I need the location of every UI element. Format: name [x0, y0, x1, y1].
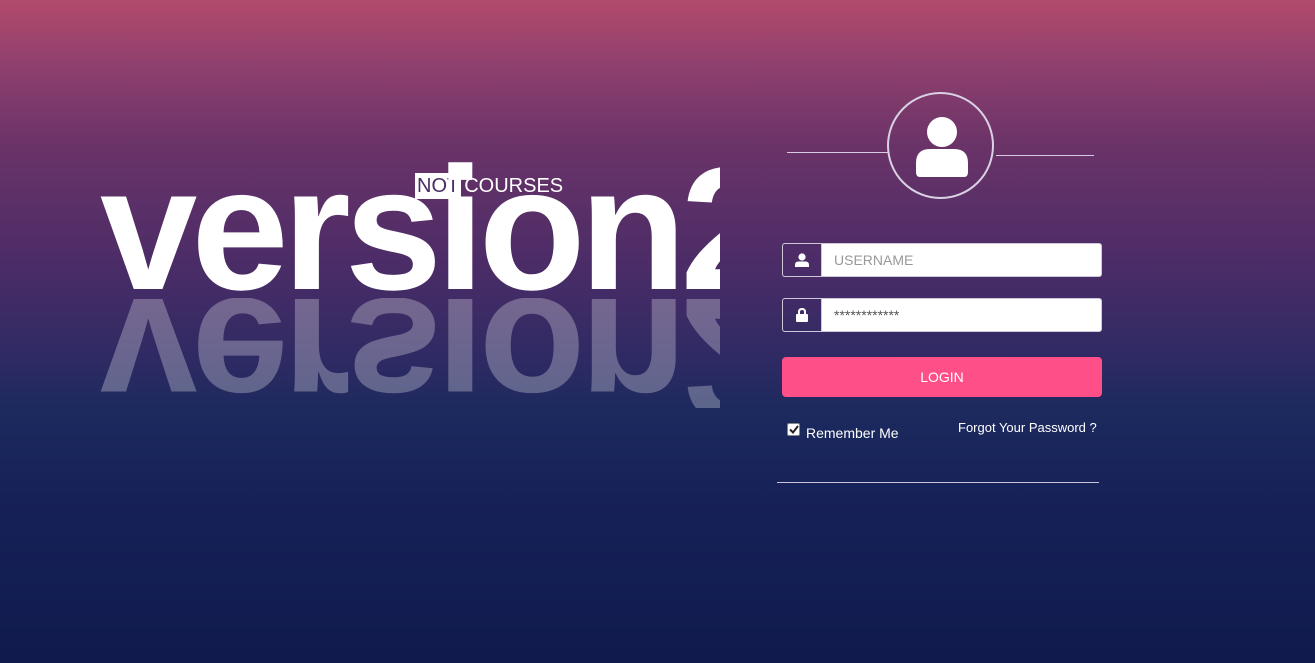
avatar-divider-right: [996, 155, 1094, 156]
user-icon: [795, 253, 809, 267]
brand-wordmark-reflection-text: version2: [100, 298, 720, 408]
username-field-group: [782, 243, 1102, 277]
username-input[interactable]: [821, 243, 1102, 277]
username-addon: [782, 243, 821, 277]
checkmark-icon: [788, 424, 799, 434]
user-icon: [916, 117, 968, 177]
password-field-group: [782, 298, 1102, 332]
remember-me-checkbox[interactable]: [787, 422, 800, 436]
avatar: [887, 92, 994, 199]
avatar-divider-left: [787, 152, 888, 153]
password-addon: [782, 298, 821, 332]
form-bottom-divider: [777, 482, 1099, 483]
remember-me-label: Remember Me: [806, 425, 899, 441]
brand-wordmark: version2: [100, 160, 720, 300]
login-button[interactable]: LOGIN: [782, 357, 1102, 397]
lock-icon: [796, 308, 808, 322]
forgot-password-link[interactable]: Forgot Your Password ?: [958, 420, 1097, 435]
remember-me[interactable]: Remember Me: [787, 421, 899, 441]
brand-wordmark-reflection: version2: [100, 288, 720, 408]
password-input[interactable]: [821, 298, 1102, 332]
